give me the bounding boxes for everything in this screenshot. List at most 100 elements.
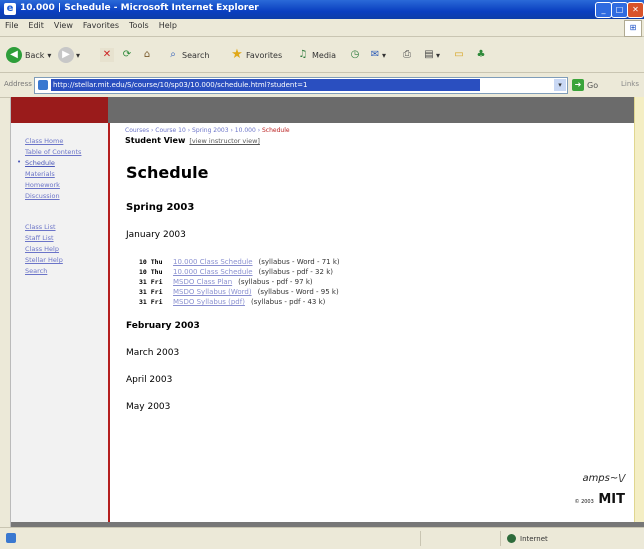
sidebar-item-search[interactable]: Search bbox=[25, 266, 108, 277]
breadcrumb-item[interactable]: Courses bbox=[125, 127, 149, 134]
media-label: Media bbox=[312, 50, 337, 60]
zone-label: Internet bbox=[520, 534, 548, 543]
favorites-button[interactable]: ★ Favorites bbox=[230, 46, 282, 64]
menu-view[interactable]: View bbox=[49, 19, 78, 32]
view-mode-label: Student View bbox=[125, 136, 186, 145]
address-bar: Address http://stellar.mit.edu/S/course/… bbox=[0, 73, 644, 98]
chevron-down-icon: ▾ bbox=[47, 50, 52, 60]
menu-edit[interactable]: Edit bbox=[23, 19, 49, 32]
edit-button[interactable]: ▤ ▾ bbox=[422, 46, 440, 64]
menu-file[interactable]: File bbox=[0, 19, 23, 32]
address-field[interactable]: http://stellar.mit.edu/S/course/10/sp03/… bbox=[34, 77, 568, 94]
media-button[interactable]: ♫ Media bbox=[296, 46, 337, 64]
menu-bar: File Edit View Favorites Tools Help ⊞ bbox=[0, 19, 644, 37]
links-label[interactable]: Links bbox=[621, 80, 639, 88]
menu-tools[interactable]: Tools bbox=[124, 19, 154, 32]
maximize-button[interactable]: □ bbox=[611, 2, 628, 18]
sidebar-item-stellar-help[interactable]: Stellar Help bbox=[25, 255, 108, 266]
amps-mark: ~\/ bbox=[609, 473, 625, 484]
sidebar-item-materials[interactable]: Materials bbox=[25, 169, 108, 180]
messenger-button[interactable]: ♣ bbox=[474, 46, 488, 64]
menu-help[interactable]: Help bbox=[154, 19, 182, 32]
term-heading: Spring 2003 bbox=[126, 202, 195, 213]
sidebar-item-schedule[interactable]: Schedule bbox=[25, 158, 108, 169]
amps-text: amps bbox=[582, 473, 610, 484]
month-heading-february: February 2003 bbox=[126, 321, 200, 331]
search-button[interactable]: ⌕ Search bbox=[166, 46, 209, 64]
status-separator bbox=[420, 531, 421, 546]
mail-button[interactable]: ✉ ▾ bbox=[368, 46, 386, 64]
print-button[interactable]: ⎙ bbox=[400, 46, 414, 64]
go-label: Go bbox=[587, 80, 599, 90]
current-page-bullet-icon: • bbox=[17, 158, 22, 166]
schedule-entry: 31 Fri MSDO Syllabus (Word) (syllabus - … bbox=[139, 287, 630, 297]
minimize-button[interactable]: _ bbox=[595, 2, 612, 18]
globe-icon bbox=[507, 534, 516, 543]
mit-logo: © 2003 MIT bbox=[574, 492, 625, 507]
security-zone: Internet bbox=[507, 534, 548, 543]
history-icon: ◷ bbox=[350, 49, 360, 60]
sidebar-item-homework[interactable]: Homework bbox=[25, 180, 108, 191]
entry-file-info: (syllabus - Word - 71 k) bbox=[258, 258, 340, 266]
sidebar-item-discussion[interactable]: Discussion bbox=[25, 191, 108, 202]
breadcrumb-item[interactable]: Spring 2003 bbox=[192, 127, 229, 134]
site-banner bbox=[11, 97, 635, 123]
ie-logo-icon: e bbox=[4, 3, 16, 15]
back-arrow-icon: ◀ bbox=[6, 47, 22, 63]
go-button[interactable]: ➜ Go bbox=[572, 78, 598, 92]
schedule-entry: 10 Thu 10.000 Class Schedule (syllabus -… bbox=[139, 257, 630, 267]
entry-file-info: (syllabus - Word - 95 k) bbox=[257, 288, 339, 296]
instructor-view-link[interactable]: [view instructor view] bbox=[189, 137, 260, 145]
breadcrumb-current: Schedule bbox=[262, 127, 290, 134]
forward-button[interactable]: ▶ ▾ bbox=[58, 46, 80, 64]
entry-link[interactable]: 10.000 Class Schedule bbox=[173, 258, 253, 266]
entry-link[interactable]: MSDO Syllabus (pdf) bbox=[173, 298, 245, 306]
page-title: Schedule bbox=[126, 163, 209, 182]
schedule-entry: 31 Fri MSDO Syllabus (pdf) (syllabus - p… bbox=[139, 297, 630, 307]
breadcrumb: Courses › Course 10 › Spring 2003 › 10.0… bbox=[125, 127, 290, 134]
breadcrumb-item[interactable]: 10.000 bbox=[235, 127, 256, 134]
close-button[interactable]: ✕ bbox=[627, 2, 644, 18]
breadcrumb-item[interactable]: Course 10 bbox=[155, 127, 186, 134]
mit-footer-logo: amps~\/ © 2003 MIT bbox=[574, 473, 625, 507]
forward-arrow-icon: ▶ bbox=[58, 47, 74, 63]
entry-date: 31 Fri bbox=[139, 298, 163, 306]
stop-button[interactable]: ✕ bbox=[100, 46, 114, 64]
messenger-icon: ♣ bbox=[476, 49, 486, 60]
sidebar-item-table-of-contents[interactable]: Table of Contents bbox=[25, 147, 108, 158]
entry-link[interactable]: MSDO Class Plan bbox=[173, 278, 232, 286]
address-label: Address bbox=[4, 80, 32, 88]
search-icon: ⌕ bbox=[170, 49, 176, 60]
status-bar: Internet bbox=[0, 527, 644, 549]
sidebar-item-class-home[interactable]: Class Home bbox=[25, 136, 108, 147]
address-url[interactable]: http://stellar.mit.edu/S/course/10/sp03/… bbox=[51, 79, 480, 91]
print-icon: ⎙ bbox=[403, 49, 411, 60]
discuss-button[interactable]: ▭ bbox=[452, 46, 466, 64]
entry-date: 31 Fri bbox=[139, 288, 163, 296]
entry-file-info: (syllabus - pdf - 43 k) bbox=[250, 298, 326, 306]
mit-logo-text: MIT bbox=[598, 492, 625, 507]
refresh-icon: ⟳ bbox=[122, 49, 132, 60]
home-icon: ⌂ bbox=[143, 49, 151, 60]
chevron-down-icon: ▾ bbox=[76, 50, 81, 60]
back-button[interactable]: ◀ Back ▾ bbox=[6, 46, 51, 64]
entry-date: 10 Thu bbox=[139, 258, 163, 266]
copyright-text: © 2003 bbox=[574, 499, 594, 505]
mail-icon: ✉ bbox=[370, 49, 380, 60]
chevron-down-icon[interactable]: ▾ bbox=[554, 79, 566, 91]
media-icon: ♫ bbox=[298, 49, 308, 60]
refresh-button[interactable]: ⟳ bbox=[120, 46, 134, 64]
entry-link[interactable]: MSDO Syllabus (Word) bbox=[173, 288, 252, 296]
menu-favorites[interactable]: Favorites bbox=[78, 19, 124, 32]
history-button[interactable]: ◷ bbox=[348, 46, 362, 64]
month-heading-may: May 2003 bbox=[126, 402, 171, 412]
entry-date: 31 Fri bbox=[139, 278, 163, 286]
vertical-scrollbar[interactable] bbox=[634, 97, 644, 527]
sidebar-item-staff-list[interactable]: Staff List bbox=[25, 233, 108, 244]
chevron-down-icon: ▾ bbox=[382, 50, 387, 60]
home-button[interactable]: ⌂ bbox=[140, 46, 154, 64]
schedule-entries: 10 Thu 10.000 Class Schedule (syllabus -… bbox=[139, 257, 630, 307]
sidebar-item-class-list[interactable]: Class List bbox=[25, 222, 108, 233]
entry-link[interactable]: 10.000 Class Schedule bbox=[173, 268, 253, 276]
sidebar-item-class-help[interactable]: Class Help bbox=[25, 244, 108, 255]
